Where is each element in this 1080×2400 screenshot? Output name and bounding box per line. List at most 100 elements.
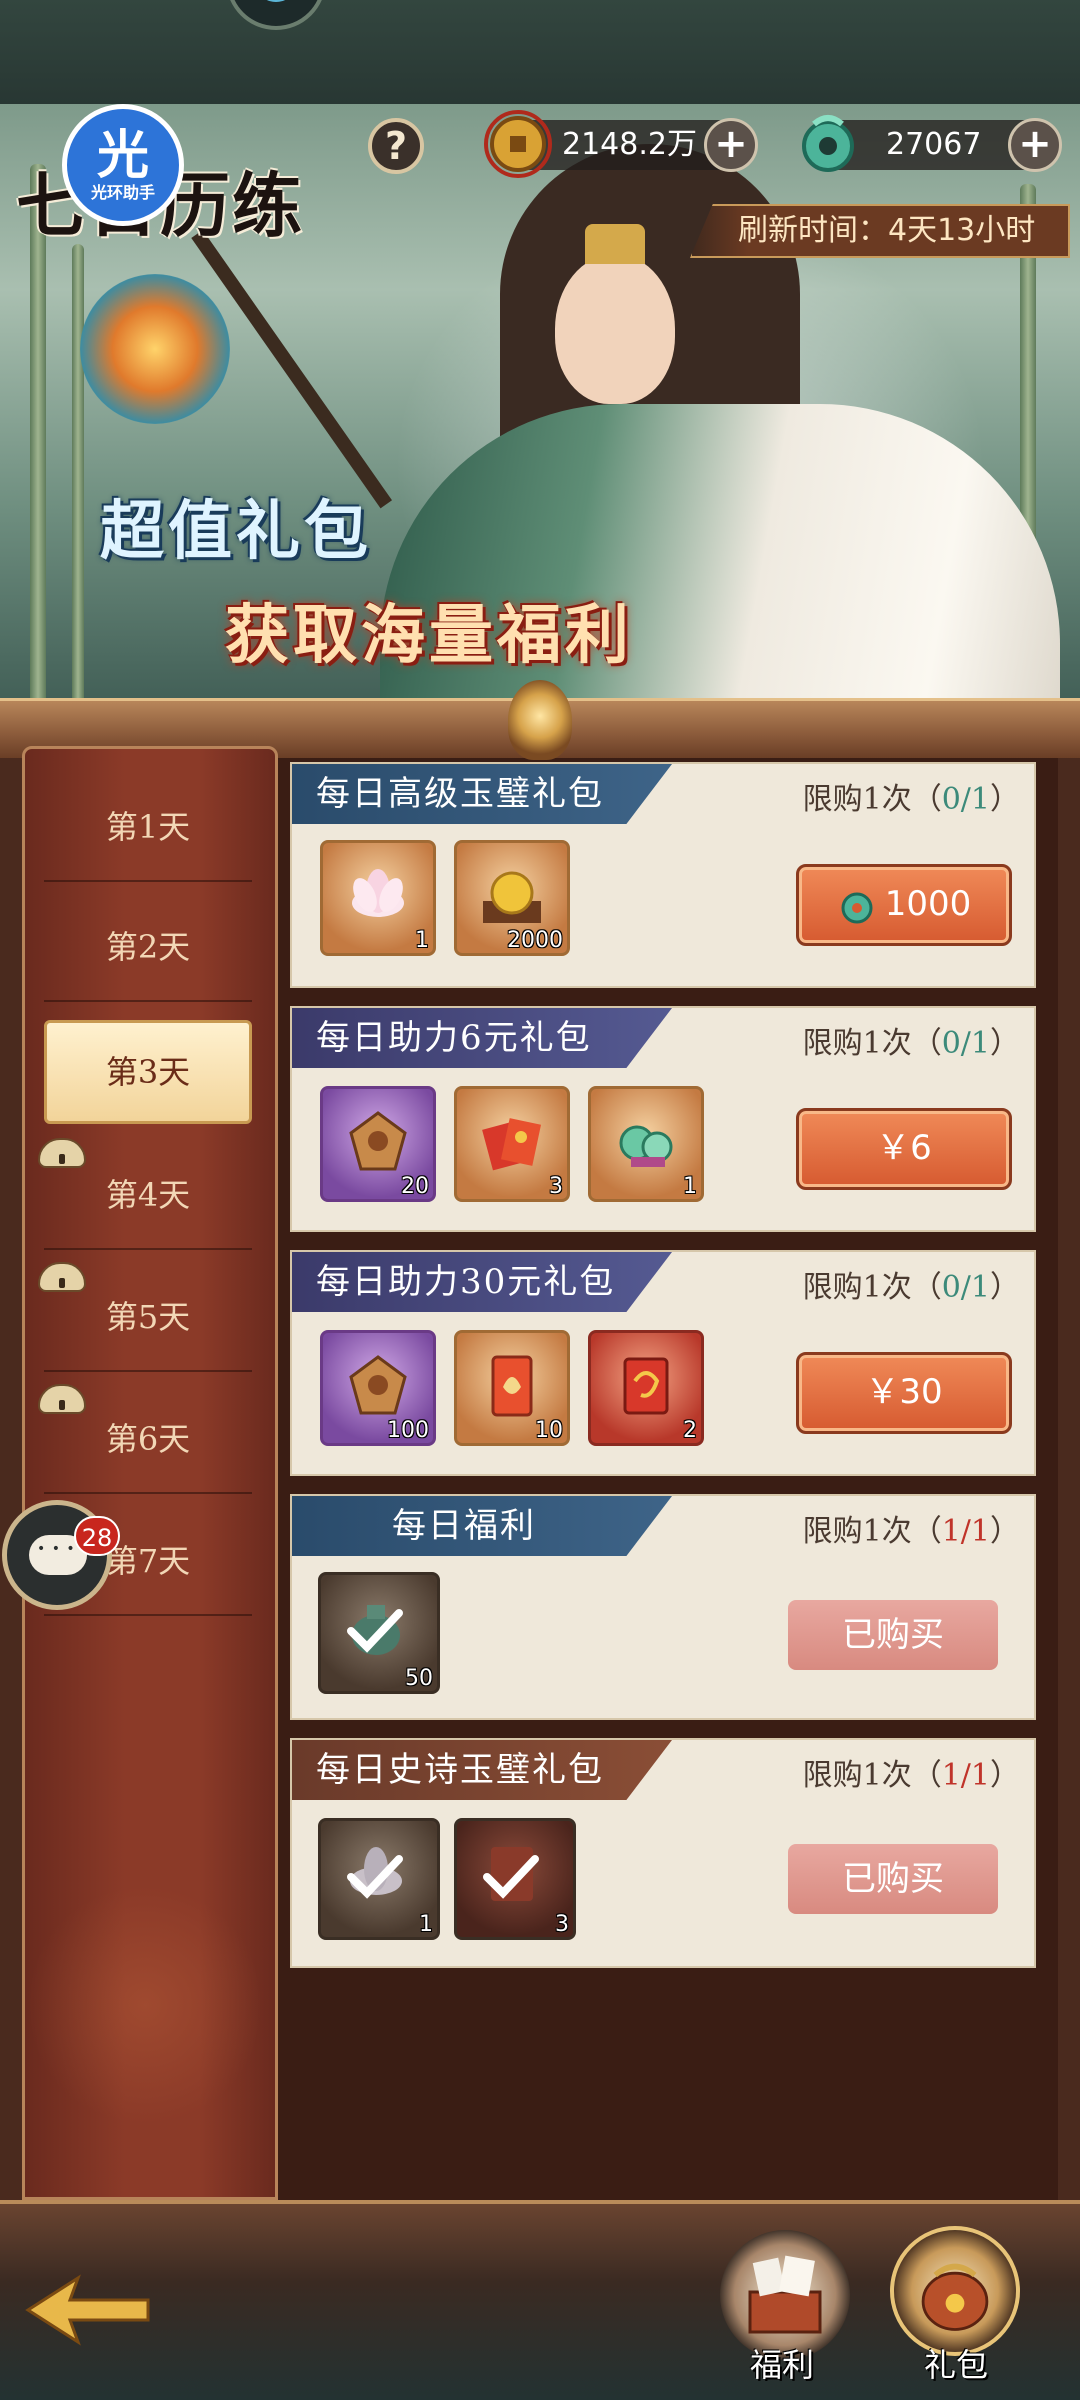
day-tab-3[interactable]: 第3天 xyxy=(44,1020,252,1124)
item-qty: 3 xyxy=(555,1912,569,1937)
token-icon xyxy=(349,1355,407,1415)
day-tab-2[interactable]: 第2天 xyxy=(44,892,252,1002)
add-coins-button[interactable]: + xyxy=(704,118,758,172)
item-token[interactable]: 100 xyxy=(320,1330,436,1446)
buy-price: 1000 xyxy=(884,884,972,924)
gold-orb-icon xyxy=(483,871,541,923)
helper-logo[interactable]: 光 光环助手 xyxy=(62,104,184,226)
hero-robe xyxy=(380,404,1060,724)
sidebar-swirl-decoration xyxy=(30,1880,260,2130)
item-qty: 1 xyxy=(683,1174,697,1199)
purchased-status: 已购买 xyxy=(788,1844,998,1914)
item-jade-claimed[interactable]: 50 xyxy=(318,1572,440,1694)
gift-bag-icon xyxy=(921,2263,989,2331)
item-qty: 10 xyxy=(535,1418,563,1443)
limit-count: 0/1 xyxy=(941,782,990,817)
limit-count: 1/1 xyxy=(941,1514,990,1549)
limit-count: 1/1 xyxy=(941,1758,990,1793)
jade-price-icon xyxy=(841,892,873,923)
limit-suffix: ） xyxy=(990,1026,1020,1061)
item-qty: 2000 xyxy=(507,928,563,953)
limit-count: 0/1 xyxy=(941,1270,990,1305)
pack-title: 每日史诗玉璧礼包 xyxy=(292,1740,672,1800)
limit-prefix: 限购1次（ xyxy=(802,1758,942,1793)
item-qty: 3 xyxy=(549,1174,563,1199)
refresh-timer: 刷新时间：4天13小时 xyxy=(690,204,1070,258)
item-qty: 1 xyxy=(419,1912,433,1937)
add-jade-button[interactable]: + xyxy=(1008,118,1062,172)
red-envelope-icon xyxy=(482,1118,542,1171)
lotus-icon xyxy=(352,869,404,917)
welfare-tab-label: 福利 xyxy=(750,2346,815,2384)
item-token[interactable]: 20 xyxy=(320,1086,436,1202)
purchase-limit: 限购1次（1/1） xyxy=(803,1506,1020,1550)
limit-suffix: ） xyxy=(990,1270,1020,1305)
limit-suffix: ） xyxy=(990,1758,1020,1793)
buy-button[interactable]: ￥6 xyxy=(796,1108,1012,1190)
pack-card-boost-6: 每日助力6元礼包 限购1次（0/1） 20 3 1 ￥6 xyxy=(290,1006,1036,1232)
pack-title: 每日助力30元礼包 xyxy=(292,1252,672,1312)
pack-card-premium-jade: 每日高级玉璧礼包 限购1次（0/1） 1 2000 1000 xyxy=(290,762,1036,988)
pack-title: 每日福利 xyxy=(292,1496,672,1556)
check-icon xyxy=(347,1609,403,1653)
jade-icon xyxy=(802,115,854,172)
pack-title: 每日助力6元礼包 xyxy=(292,1008,672,1068)
gift-tab-label: 礼包 xyxy=(924,2346,989,2384)
banner-line-2: 获取海量福利 xyxy=(225,598,633,673)
help-button[interactable]: ? xyxy=(368,118,424,174)
bamboo-decoration xyxy=(72,244,84,724)
limit-prefix: 限购1次（ xyxy=(802,1514,942,1549)
purchase-limit: 限购1次（0/1） xyxy=(803,774,1020,818)
chat-unread-badge: 28 xyxy=(74,1516,120,1556)
limit-prefix: 限购1次（ xyxy=(802,1026,942,1061)
gift-tab-button[interactable] xyxy=(890,2226,1020,2356)
day-tab-1[interactable]: 第1天 xyxy=(44,772,252,882)
item-scroll[interactable]: 10 xyxy=(454,1330,570,1446)
purchase-limit: 限购1次（1/1） xyxy=(803,1750,1020,1794)
ornament-gem-icon xyxy=(508,680,572,760)
jade-bundle-icon xyxy=(619,1125,673,1167)
item-lotus-claimed[interactable]: 1 xyxy=(318,1818,440,1940)
back-arrow-icon[interactable] xyxy=(18,2270,158,2350)
item-qty: 50 xyxy=(405,1666,433,1691)
purchased-status: 已购买 xyxy=(788,1600,998,1670)
limit-prefix: 限购1次（ xyxy=(802,782,942,817)
item-gold-orb[interactable]: 2000 xyxy=(454,840,570,956)
pack-card-epic-jade: 每日史诗玉璧礼包 限购1次（1/1） 1 3 已购买 xyxy=(290,1738,1036,1968)
buy-button[interactable]: 1000 xyxy=(796,864,1012,946)
purchase-limit: 限购1次（0/1） xyxy=(803,1018,1020,1062)
item-envelope-claimed[interactable]: 3 xyxy=(454,1818,576,1940)
item-red-envelope[interactable]: 3 xyxy=(454,1086,570,1202)
item-qty: 2 xyxy=(683,1418,697,1443)
limit-suffix: ） xyxy=(990,782,1020,817)
jade-counter: 27067 + xyxy=(802,115,1062,172)
item-lotus[interactable]: 1 xyxy=(320,840,436,956)
limit-count: 0/1 xyxy=(941,1026,990,1061)
jade-amount: 27067 xyxy=(886,127,982,162)
coin-counter: 2148.2万 + xyxy=(484,110,758,178)
scroll-icon xyxy=(491,1355,533,1417)
refresh-label: 刷新时间： xyxy=(738,213,888,248)
limit-suffix: ） xyxy=(990,1514,1020,1549)
hero-crown xyxy=(585,224,645,264)
pack-card-boost-30: 每日助力30元礼包 限购1次（0/1） 100 10 2 ￥30 xyxy=(290,1250,1036,1476)
token-icon xyxy=(349,1111,407,1171)
purchase-limit: 限购1次（0/1） xyxy=(803,1262,1020,1306)
item-dragon-envelope[interactable]: 2 xyxy=(588,1330,704,1446)
item-qty: 1 xyxy=(415,928,429,953)
item-qty: 20 xyxy=(401,1174,429,1199)
coin-amount: 2148.2万 xyxy=(562,127,697,162)
coin-icon xyxy=(484,110,552,178)
pack-card-daily-welfare: 每日福利 限购1次（1/1） 50 已购买 xyxy=(290,1494,1036,1720)
top-orb-icon xyxy=(226,0,326,30)
buy-button[interactable]: ￥30 xyxy=(796,1352,1012,1434)
hero-face xyxy=(555,254,675,404)
pack-title: 每日高级玉璧礼包 xyxy=(292,764,672,824)
logo-small-text: 光环助手 xyxy=(90,183,155,202)
top-strip xyxy=(0,0,1080,104)
logo-big-text: 光 xyxy=(96,126,149,186)
refresh-value: 4天13小时 xyxy=(888,213,1036,248)
limit-prefix: 限购1次（ xyxy=(802,1270,942,1305)
item-jade-bundle[interactable]: 1 xyxy=(588,1086,704,1202)
item-qty: 100 xyxy=(387,1418,429,1443)
